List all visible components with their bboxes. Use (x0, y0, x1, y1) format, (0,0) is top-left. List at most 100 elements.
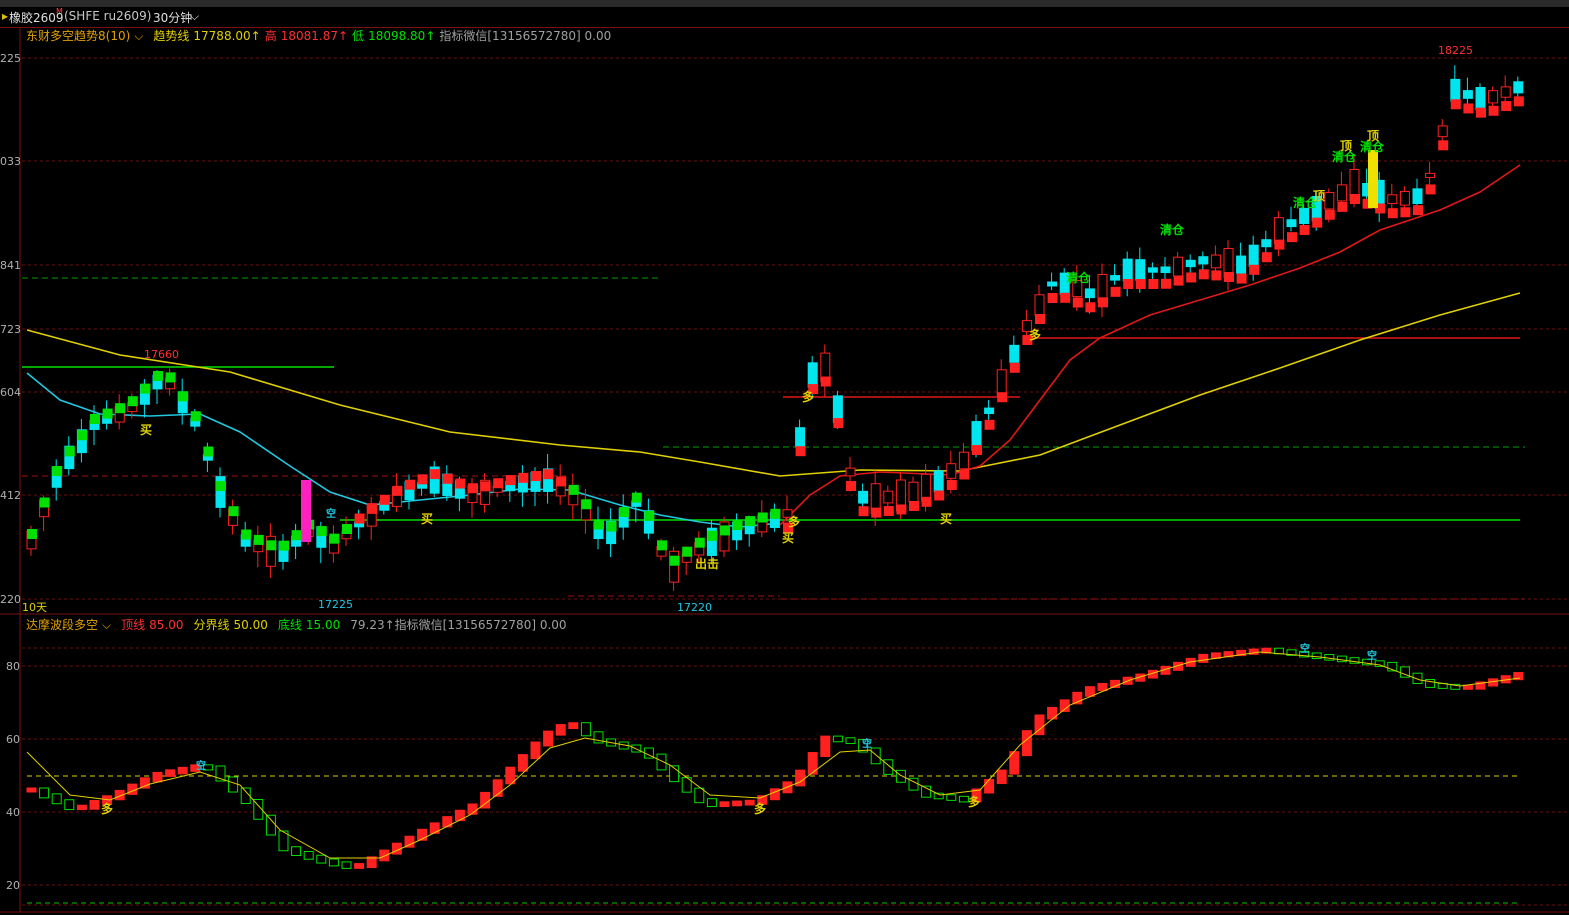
trend-block (1501, 101, 1512, 112)
period-note: 10天 (22, 601, 47, 614)
trend-block (493, 478, 504, 489)
bottom-line-label: 底线 (277, 618, 302, 632)
y-tick-label: 723 (0, 323, 21, 336)
trend-block (1312, 217, 1323, 228)
candle-body (883, 490, 894, 504)
oscillator-bar (240, 787, 251, 805)
trend-block (1476, 107, 1486, 118)
oscillator-bar (354, 863, 365, 869)
trend-block (581, 499, 592, 510)
peak-price-mark: 17660 (144, 348, 179, 361)
trend-block (795, 446, 806, 457)
candle-body (1236, 255, 1247, 274)
trend-block (568, 484, 579, 495)
oscillator-bar (832, 735, 843, 743)
oscillator-bar (1198, 653, 1209, 663)
sub-y-tick-label: 40 (6, 806, 20, 819)
highlight-bar (301, 480, 311, 542)
buy-signal: 买 (782, 531, 795, 545)
oscillator-bar (1324, 654, 1335, 661)
trend-block (820, 376, 831, 387)
oscillator-bar (177, 766, 188, 775)
oscillator-bar (341, 861, 352, 869)
trend-block (27, 529, 37, 539)
candle-body (1185, 259, 1196, 268)
oscillator-bar (946, 794, 957, 801)
candle-body (1210, 254, 1221, 269)
oscillator-bar (26, 787, 37, 793)
candle-body (1261, 239, 1272, 248)
oscillator-bar (303, 850, 314, 860)
oscillator-bar (89, 800, 100, 810)
trend-block (959, 469, 970, 480)
top-signal: 顶 (1367, 129, 1380, 143)
oscillator-bar (820, 735, 831, 758)
y-tick-label: 604 (0, 386, 21, 399)
trend-block (1438, 140, 1449, 151)
trend-block (1413, 205, 1423, 216)
oscillator-bar (694, 787, 705, 804)
sub-y-tick-label: 80 (6, 660, 20, 673)
candle-body (1248, 244, 1259, 267)
long-signal: 多 (1029, 328, 1042, 342)
main-indicator-name[interactable]: 东财多空趋势8(10) (26, 29, 130, 43)
oscillator-bar (379, 849, 390, 862)
trend-block (216, 481, 226, 491)
high-value: 18081.87↑ (280, 29, 349, 43)
trend-label: 趋势线 (153, 29, 190, 43)
trend-block (946, 480, 957, 490)
oscillator-bar (404, 835, 415, 848)
sub-y-tick-label: 20 (6, 879, 20, 892)
trend-block (1110, 286, 1121, 297)
trend-block (909, 501, 919, 511)
trend-block (417, 474, 428, 485)
chevron-down-icon[interactable]: ⌵ (102, 618, 111, 632)
y-tick-label: 412 (0, 489, 21, 502)
trend-block (480, 481, 491, 492)
low-value: 18098.80↑ (368, 29, 436, 43)
top-signal: 顶 (1313, 189, 1326, 203)
candle-body (1450, 78, 1461, 102)
long-signal: 多 (968, 795, 981, 809)
ma-yellow-line (26, 292, 1521, 477)
oscillator-bar (228, 776, 239, 793)
trend-block (518, 472, 529, 483)
trend-block (228, 506, 239, 517)
trend-block (1236, 273, 1247, 284)
sub-indicator-name[interactable]: 达摩波段多空 (26, 618, 98, 632)
trend-block (1513, 96, 1524, 107)
oscillator-bar (895, 769, 906, 783)
trend-block (153, 371, 163, 381)
candle-body (1047, 281, 1058, 287)
oscillator-bar (568, 722, 579, 730)
trend-block (1261, 252, 1272, 263)
trend-block (594, 519, 604, 530)
oscillator-bar (328, 858, 339, 867)
candle-body (795, 427, 806, 448)
trend-block (241, 529, 252, 540)
oscillator-bar (845, 737, 856, 744)
oscillator-bar (530, 741, 541, 760)
short-signal: 空 (326, 509, 336, 520)
trend-block (883, 506, 894, 517)
chevron-down-icon[interactable]: ⌵ (134, 29, 143, 43)
oscillator-bar (1021, 730, 1032, 757)
trend-block (606, 521, 617, 532)
trend-block (203, 446, 214, 457)
trend-block (757, 512, 768, 523)
trend-block (871, 507, 882, 518)
buy-signal: 买 (140, 423, 153, 437)
short-signal: 空 (1300, 644, 1310, 655)
candle-body (1437, 125, 1448, 138)
trend-block (1035, 314, 1045, 324)
candle-body (1084, 288, 1095, 299)
trend-block (543, 469, 554, 480)
trend-block (342, 524, 352, 534)
trend-block (934, 490, 945, 501)
trend-block (846, 481, 856, 491)
high-label: 高 (264, 29, 277, 43)
trend-block (1060, 292, 1071, 303)
trend-block (39, 497, 50, 508)
candle-body (1336, 184, 1347, 202)
chart-canvas[interactable] (0, 0, 1569, 915)
